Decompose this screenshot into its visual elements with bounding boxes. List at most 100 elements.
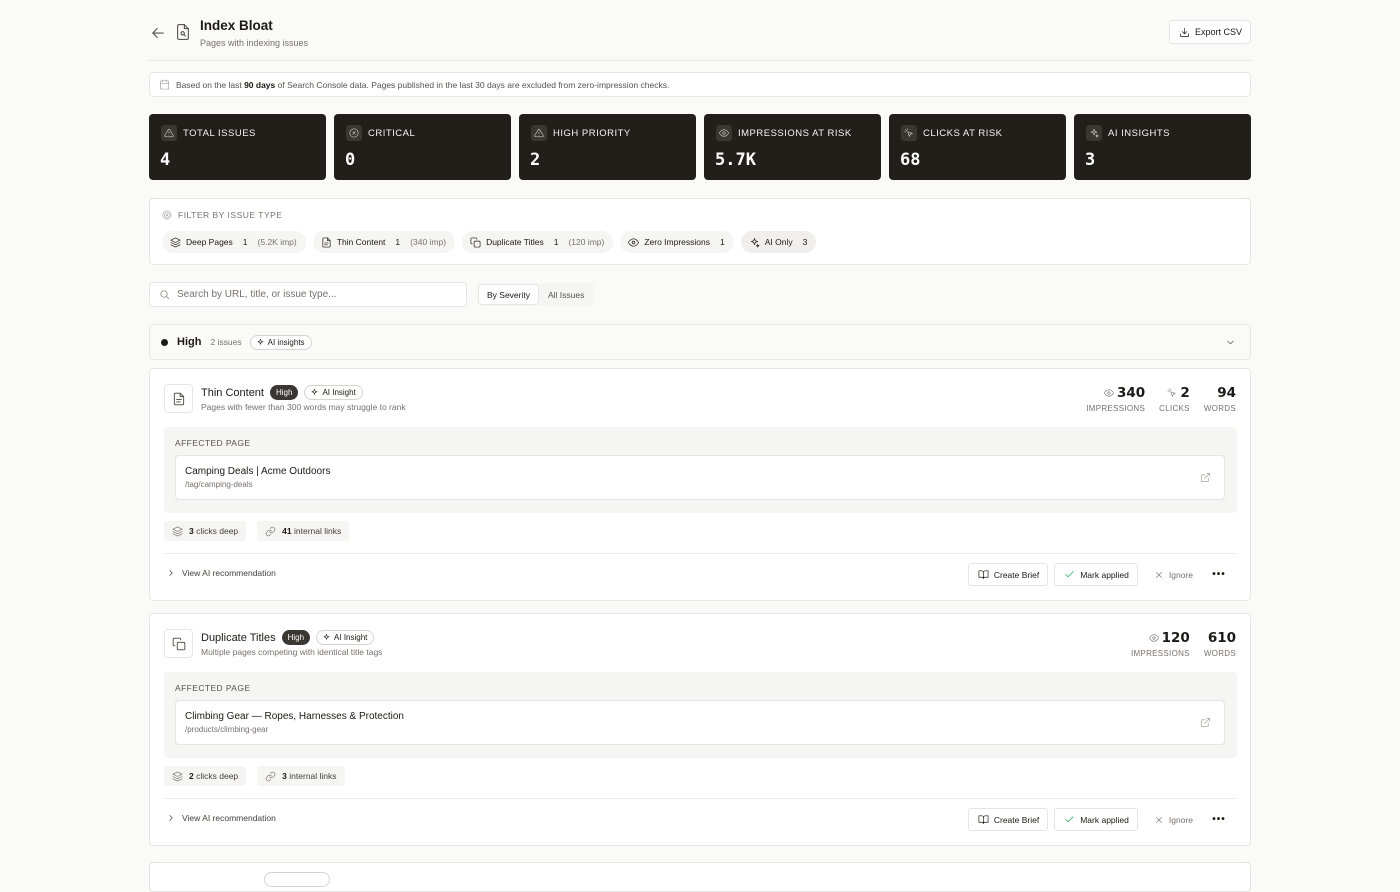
eye-icon: [628, 237, 640, 248]
links-text: internal links: [294, 526, 342, 536]
metric-clicks: 2 CLICKS: [1159, 385, 1190, 413]
view-ai-recommendation-toggle[interactable]: View AI recommendation: [166, 568, 276, 578]
chip-count: 1: [720, 237, 725, 247]
ignore-label: Ignore: [1168, 814, 1193, 825]
issue-description: Pages with fewer than 300 words may stru…: [201, 402, 406, 412]
metric-value: 2: [1180, 385, 1190, 401]
eye-icon: [716, 125, 732, 141]
filter-chip-duplicate-titles[interactable]: Duplicate Titles 1 (120 imp): [462, 231, 614, 253]
banner-days: 90 days: [244, 79, 276, 90]
create-brief-label: Create Brief: [993, 569, 1040, 580]
severity-badge: High: [269, 385, 299, 400]
chevron-right-icon: [166, 813, 176, 823]
external-link-icon[interactable]: [1200, 472, 1211, 483]
search-box: [149, 282, 467, 307]
stat-value: 2: [530, 150, 541, 170]
mark-applied-button[interactable]: Mark applied: [1054, 808, 1138, 831]
click-depth-pill: 2 clicks deep: [164, 766, 247, 786]
severity-badge: High: [281, 630, 311, 645]
search-input[interactable]: [177, 289, 457, 300]
depth-count: 2: [189, 771, 194, 781]
metric-value: 94: [1217, 385, 1236, 401]
view-toggle: By Severity All Issues: [477, 283, 595, 306]
layers-icon: [170, 237, 181, 248]
filter-chip-ai-only[interactable]: AI Only 3: [740, 231, 817, 253]
affected-page-item[interactable]: Camping Deals | Acme Outdoors /tag/campi…: [175, 455, 1225, 500]
ignore-button[interactable]: Ignore: [1143, 808, 1202, 831]
ai-insights-tag: [264, 872, 330, 887]
ignore-button[interactable]: Ignore: [1143, 563, 1202, 586]
sparkles-icon: [1086, 125, 1102, 141]
metric-label: IMPRESSIONS: [1086, 404, 1146, 413]
filter-chip-zero-impressions[interactable]: Zero Impressions 1: [620, 231, 734, 253]
create-brief-button[interactable]: Create Brief: [967, 563, 1049, 586]
issue-actions: Create Brief Mark applied Ignore •••: [967, 808, 1230, 831]
chip-count: 1: [395, 237, 401, 247]
affected-page-url: /products/climbing-gear: [185, 725, 269, 734]
create-brief-label: Create Brief: [993, 814, 1040, 825]
metric-label: WORDS: [1203, 649, 1236, 658]
mark-applied-label: Mark applied: [1080, 569, 1129, 580]
filter-chip-thin-content[interactable]: Thin Content 1 (340 imp): [312, 231, 456, 253]
stat-label: IMPRESSIONS AT RISK: [738, 128, 852, 139]
severity-group-high-header[interactable]: High 2 issues AI insights: [149, 324, 1251, 360]
click-depth-pill: 3 clicks deep: [164, 521, 247, 541]
download-icon: [1179, 27, 1190, 38]
issue-metrics: 120 IMPRESSIONS 610 WORDS: [1131, 630, 1236, 658]
ai-insight-tag: AI Insight: [316, 630, 375, 645]
page-subtitle: Pages with indexing issues: [200, 38, 309, 48]
more-options-icon[interactable]: •••: [1208, 808, 1230, 831]
metric-value: 610: [1207, 630, 1236, 646]
banner-suffix: of Search Console data. Pages published …: [277, 79, 670, 90]
more-options-icon[interactable]: •••: [1208, 563, 1230, 586]
banner-prefix: Based on the last: [176, 79, 242, 90]
warning-triangle-icon: [161, 125, 177, 141]
stat-critical: CRITICAL 0: [334, 114, 511, 180]
stat-impressions-at-risk: IMPRESSIONS AT RISK 5.7K: [704, 114, 881, 180]
depth-text: clicks deep: [196, 526, 239, 536]
affected-page-label: AFFECTED PAGE: [175, 438, 251, 448]
close-icon: [1154, 570, 1164, 580]
calendar-icon: [159, 79, 170, 90]
book-open-icon: [978, 814, 989, 825]
chip-label: Zero Impressions: [644, 237, 711, 247]
document-icon: [164, 384, 193, 413]
severity-group-next-header[interactable]: [149, 862, 1251, 892]
issue-title: Thin Content: [201, 386, 264, 399]
layers-icon: [172, 526, 183, 537]
external-link-icon[interactable]: [1200, 717, 1211, 728]
document-icon: [321, 237, 332, 248]
links-count: 41: [282, 526, 292, 536]
tab-by-severity[interactable]: By Severity: [479, 285, 538, 304]
warning-triangle-icon: [531, 125, 547, 141]
export-csv-button[interactable]: Export CSV: [1168, 20, 1251, 44]
back-arrow-icon[interactable]: [149, 24, 167, 42]
tab-all-issues[interactable]: All Issues: [540, 285, 592, 304]
chevron-down-icon[interactable]: [1225, 337, 1236, 348]
book-open-icon: [978, 569, 989, 580]
copy-icon: [470, 237, 481, 248]
affected-page-section: AFFECTED PAGE Camping Deals | Acme Outdo…: [164, 427, 1237, 513]
stat-total-issues: TOTAL ISSUES 4: [149, 114, 326, 180]
view-ai-recommendation-toggle[interactable]: View AI recommendation: [166, 813, 276, 823]
group-name: High: [177, 336, 202, 348]
link-icon: [265, 771, 276, 782]
filter-chips: Deep Pages 1 (5.2K imp) Thin Content 1 (…: [162, 231, 817, 253]
chip-label: Thin Content: [336, 237, 386, 247]
filter-chip-deep-pages[interactable]: Deep Pages 1 (5.2K imp): [162, 231, 306, 253]
index-bloat-page: Index Bloat Pages with indexing issues E…: [149, 0, 1251, 892]
chip-impressions: (120 imp): [568, 237, 605, 247]
document-search-icon: [175, 23, 193, 43]
mark-applied-label: Mark applied: [1080, 814, 1129, 825]
stat-value: 0: [345, 150, 356, 170]
mark-applied-button[interactable]: Mark applied: [1054, 563, 1138, 586]
stat-label: CLICKS AT RISK: [923, 128, 1003, 139]
eye-icon: [1148, 633, 1159, 643]
affected-page-item[interactable]: Climbing Gear — Ropes, Harnesses & Prote…: [175, 700, 1225, 745]
x-circle-icon: [346, 125, 362, 141]
affected-page-label: AFFECTED PAGE: [175, 683, 251, 693]
issue-description: Multiple pages competing with identical …: [201, 647, 383, 657]
stat-value: 3: [1085, 150, 1096, 170]
sparkles-icon: [749, 237, 760, 248]
create-brief-button[interactable]: Create Brief: [967, 808, 1049, 831]
